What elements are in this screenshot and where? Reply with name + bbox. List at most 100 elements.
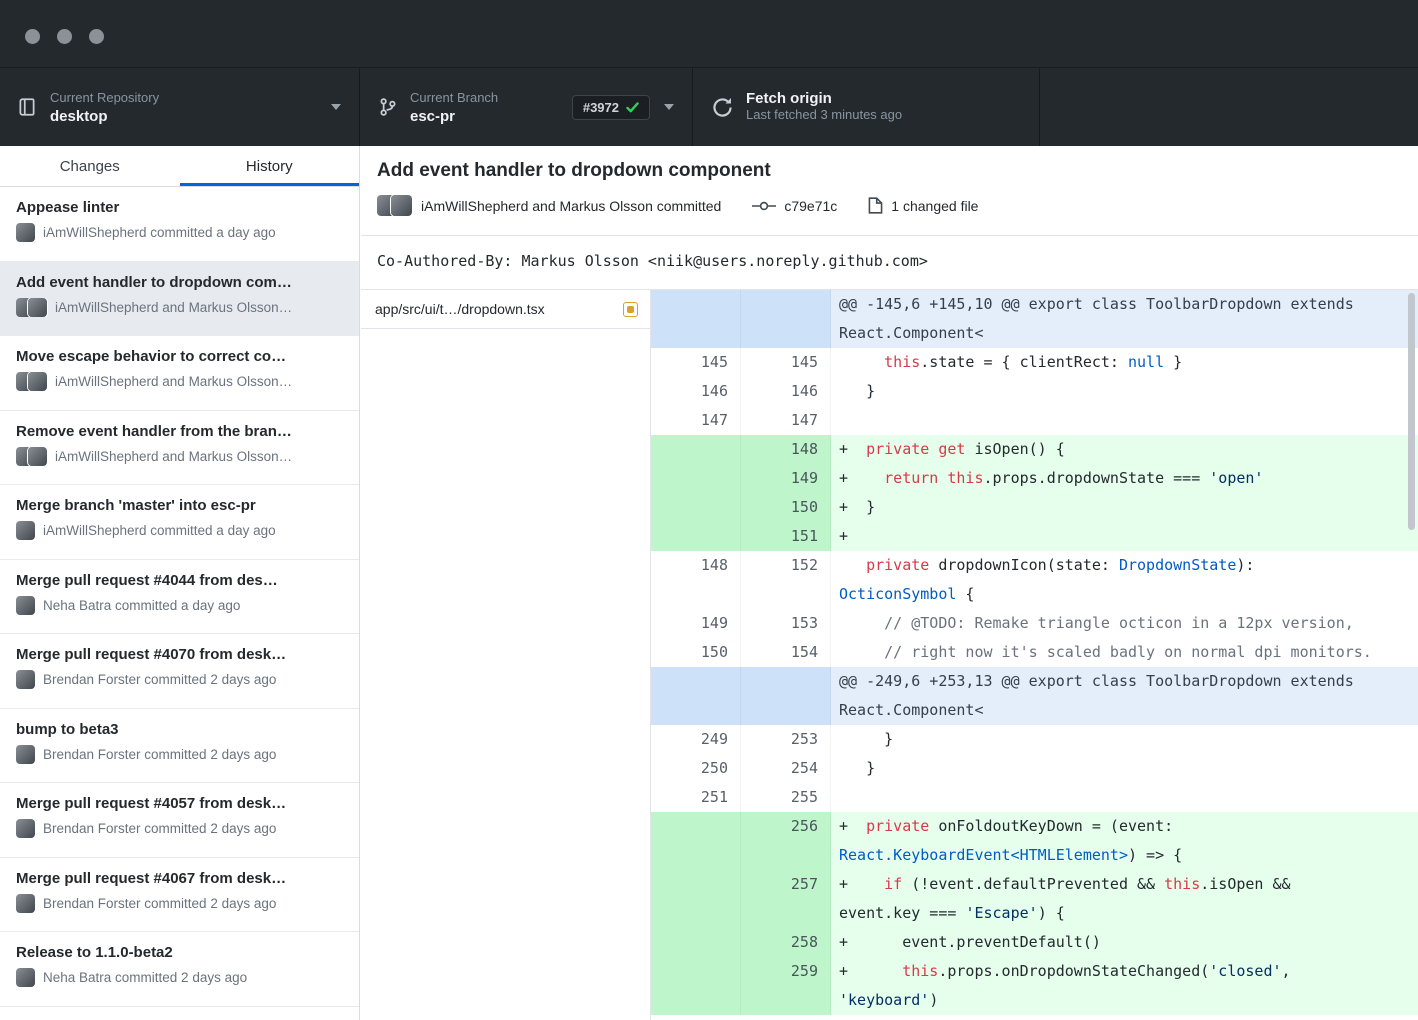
- diff-line: 145145 this.state = { clientRect: null }: [651, 348, 1418, 377]
- changed-files-count: 1 changed file: [891, 198, 978, 214]
- avatar-stack: [16, 894, 35, 913]
- repository-picker[interactable]: Current Repository desktop: [0, 68, 360, 146]
- avatar-stack: [16, 521, 35, 540]
- diff-line: 150154 // right now it's scaled badly on…: [651, 638, 1418, 667]
- commit-item-byline: Brendan Forster committed 2 days ago: [43, 672, 276, 687]
- commit-item-meta: iAmWillShepherd committed a day ago: [16, 521, 343, 540]
- commit-item-title: bump to beta3: [16, 721, 343, 738]
- tab-changes[interactable]: Changes: [0, 146, 180, 186]
- new-line-number: 149: [741, 464, 831, 493]
- diff-line: 147147: [651, 406, 1418, 435]
- commit-list-item[interactable]: Move escape behavior to correct co… iAmWi…: [0, 336, 359, 411]
- commit-list-item[interactable]: Release to 1.1.0-beta2Neha Batra committ…: [0, 932, 359, 1007]
- commit-list-item[interactable]: Merge pull request #4067 from desk… Brend…: [0, 858, 359, 933]
- old-line-number: [651, 957, 741, 1015]
- diff-code: // right now it's scaled badly on normal…: [831, 638, 1418, 667]
- commit-item-meta: Brendan Forster committed 2 days ago: [16, 894, 343, 913]
- commit-list-item[interactable]: Remove event handler from the bran…iAmWi…: [0, 411, 359, 486]
- new-line-number: [741, 290, 831, 348]
- repository-label: Current Repository: [50, 90, 159, 105]
- commit-list-item[interactable]: Merge branch 'master' into esc-priAmWill…: [0, 485, 359, 560]
- avatar: [28, 447, 47, 466]
- commit-list-item[interactable]: Merge pull request #4059 from des…: [0, 1007, 359, 1020]
- commit-item-byline: Neha Batra committed 2 days ago: [43, 970, 247, 985]
- branch-label: Current Branch: [410, 90, 498, 105]
- check-icon: [626, 102, 639, 113]
- diff-code: + private get isOpen() {: [831, 435, 1418, 464]
- file-list: app/src/ui/t…/dropdown.tsx: [361, 290, 651, 1020]
- old-line-number: [651, 435, 741, 464]
- commit-list-item[interactable]: Appease linteriAmWillShepherd committed …: [0, 187, 359, 262]
- diff-code: private dropdownIcon(state: DropdownStat…: [831, 551, 1418, 609]
- diff-line: 250254 }: [651, 754, 1418, 783]
- avatar: [16, 223, 35, 242]
- github-desktop-window: Current Repository desktop Current Branc…: [0, 0, 1418, 1020]
- diff-code: + if (!event.defaultPrevented && this.is…: [831, 870, 1418, 928]
- new-line-number: 154: [741, 638, 831, 667]
- modified-file-icon: [623, 302, 638, 317]
- titlebar: [0, 0, 1418, 68]
- hunk-header-text: @@ -145,6 +145,10 @@ export class Toolba…: [839, 295, 1363, 342]
- avatar-stack: [16, 819, 35, 838]
- changed-file-icon: [868, 197, 883, 214]
- new-line-number: 148: [741, 435, 831, 464]
- commit-item-title: Merge pull request #4067 from desk…: [16, 870, 343, 887]
- commit-item-meta: iAmWillShepherd committed a day ago: [16, 223, 343, 242]
- diff-line: 251255: [651, 783, 1418, 812]
- commit-sha: c79e71c: [784, 198, 837, 214]
- commit-meta: iAmWillShepherd and Markus Olsson commit…: [377, 195, 1402, 216]
- fetch-origin-button[interactable]: Fetch origin Last fetched 3 minutes ago: [693, 68, 1040, 146]
- sidebar: Changes History Appease linteriAmWillShe…: [0, 146, 360, 1020]
- commit-list-item[interactable]: Add event handler to dropdown com…iAmWil…: [0, 262, 359, 337]
- zoom-button[interactable]: [89, 29, 104, 44]
- branch-picker[interactable]: Current Branch esc-pr #3972: [360, 68, 693, 146]
- commit-item-title: Add event handler to dropdown com…: [16, 274, 343, 291]
- commit-item-meta: Brendan Forster committed 2 days ago: [16, 745, 343, 764]
- avatar: [16, 670, 35, 689]
- fetch-status: Last fetched 3 minutes ago: [746, 107, 902, 122]
- avatar-stack: [16, 372, 47, 391]
- avatar-stack: [16, 596, 35, 615]
- close-button[interactable]: [25, 29, 40, 44]
- tab-history[interactable]: History: [180, 146, 360, 186]
- commit-list-item[interactable]: Merge pull request #4070 from desk…Brend…: [0, 634, 359, 709]
- commit-header: Add event handler to dropdown component …: [361, 146, 1418, 236]
- commit-item-byline: iAmWillShepherd and Markus Olsson…: [55, 374, 292, 389]
- diff-line: 148+ private get isOpen() {: [651, 435, 1418, 464]
- new-line-number: 147: [741, 406, 831, 435]
- diff-line: 257+ if (!event.defaultPrevented && this…: [651, 870, 1418, 928]
- old-line-number: [651, 290, 741, 348]
- old-line-number: [651, 812, 741, 870]
- repository-name: desktop: [50, 108, 159, 125]
- diff-code: }: [831, 725, 1418, 754]
- commit-history-list: Appease linteriAmWillShepherd committed …: [0, 187, 359, 1020]
- new-line-number: 151: [741, 522, 831, 551]
- commit-authors: iAmWillShepherd and Markus Olsson commit…: [421, 198, 721, 214]
- pr-status-badge[interactable]: #3972: [572, 95, 650, 120]
- diff-line: @@ -249,6 +253,13 @@ export class Toolba…: [651, 667, 1418, 725]
- new-line-number: 255: [741, 783, 831, 812]
- commit-item-byline: iAmWillShepherd and Markus Olsson…: [55, 449, 292, 464]
- commit-item-title: Move escape behavior to correct co…: [16, 348, 343, 365]
- commit-list-item[interactable]: Merge pull request #4057 from desk…Brend…: [0, 783, 359, 858]
- avatar: [16, 819, 35, 838]
- diff-code: +: [831, 522, 1418, 551]
- old-line-number: [651, 493, 741, 522]
- diff-content-row: app/src/ui/t…/dropdown.tsx @@ -145,6 +14…: [361, 290, 1418, 1020]
- hunk-header-text: @@ -249,6 +253,13 @@ export class Toolba…: [839, 672, 1363, 719]
- old-line-number: [651, 667, 741, 725]
- diff-code: // @TODO: Remake triangle octicon in a 1…: [831, 609, 1418, 638]
- git-commit-icon: [752, 199, 776, 213]
- commit-list-item[interactable]: bump to beta3 Brendan Forster committed 2…: [0, 709, 359, 784]
- file-item[interactable]: app/src/ui/t…/dropdown.tsx: [361, 290, 650, 329]
- old-line-number: [651, 464, 741, 493]
- diff-line: 150+ }: [651, 493, 1418, 522]
- diff-code: [831, 406, 1418, 435]
- commit-list-item[interactable]: Merge pull request #4044 from des…Neha B…: [0, 560, 359, 635]
- diff-line: 146146 }: [651, 377, 1418, 406]
- new-line-number: 152: [741, 551, 831, 609]
- diff-scrollbar[interactable]: [1408, 293, 1415, 530]
- minimize-button[interactable]: [57, 29, 72, 44]
- avatar: [28, 298, 47, 317]
- diff-code: + }: [831, 493, 1418, 522]
